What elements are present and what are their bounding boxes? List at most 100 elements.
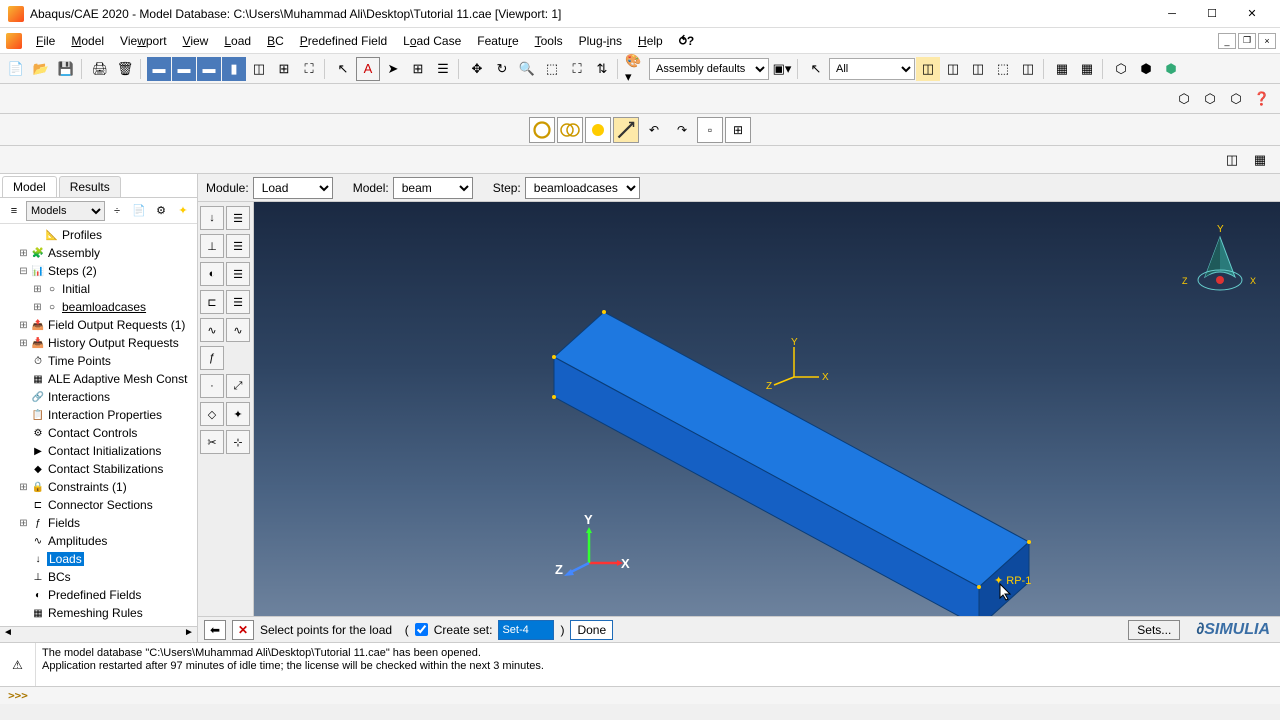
prompt-back-button[interactable]: ⬅ bbox=[204, 620, 226, 640]
grid1-icon[interactable]: ⊞ bbox=[406, 57, 430, 81]
tab-model[interactable]: Model bbox=[2, 176, 57, 197]
mdi-close[interactable]: × bbox=[1258, 33, 1276, 49]
field-manager-icon[interactable]: ☰ bbox=[226, 262, 250, 286]
view-front-icon[interactable]: ▬ bbox=[147, 57, 171, 81]
tree-item-contact-controls[interactable]: ⚙Contact Controls bbox=[0, 424, 197, 442]
tree-item-fields[interactable]: ⊞ƒFields bbox=[0, 514, 197, 532]
view-side-icon[interactable]: ▮ bbox=[222, 57, 246, 81]
tree-item-bcs[interactable]: ⊥BCs bbox=[0, 568, 197, 586]
menu-predefined[interactable]: Predefined Field bbox=[292, 31, 395, 51]
select-arrow-icon[interactable]: ↖ bbox=[331, 57, 355, 81]
cursor-icon[interactable]: ➤ bbox=[381, 57, 405, 81]
tab-results[interactable]: Results bbox=[59, 176, 121, 197]
view-iso1-icon[interactable]: ◫ bbox=[247, 57, 271, 81]
tree-scope-combo[interactable]: Models bbox=[26, 201, 105, 221]
open-file-icon[interactable]: 📂 bbox=[29, 57, 53, 81]
view-back-icon[interactable]: ▬ bbox=[172, 57, 196, 81]
pan-icon[interactable]: ✥ bbox=[465, 57, 489, 81]
tree-item-profiles[interactable]: 📐Profiles bbox=[0, 226, 197, 244]
done-button[interactable]: Done bbox=[570, 620, 613, 640]
partition2-icon[interactable]: ⊹ bbox=[226, 430, 250, 454]
tree-item-loads[interactable]: ↓Loads bbox=[0, 550, 197, 568]
mdi-minimize[interactable]: _ bbox=[1218, 33, 1236, 49]
prompt-cancel-button[interactable]: ✕ bbox=[232, 620, 254, 640]
menu-view[interactable]: View bbox=[175, 31, 217, 51]
create-loadcase-icon[interactable]: ⊏ bbox=[200, 290, 224, 314]
tree-item-ale-adaptive-mesh-const[interactable]: ▦ALE Adaptive Mesh Const bbox=[0, 370, 197, 388]
rotate-icon[interactable]: ↻ bbox=[490, 57, 514, 81]
tree-item-constraints-1-[interactable]: ⊞🔒Constraints (1) bbox=[0, 478, 197, 496]
partition2-icon[interactable]: ⊞ bbox=[725, 117, 751, 143]
module-combo[interactable]: Load bbox=[253, 177, 333, 199]
trash-icon[interactable]: 🗑 bbox=[113, 57, 137, 81]
view-iso2-icon[interactable]: ⊞ bbox=[272, 57, 296, 81]
zoom-box-icon[interactable]: ⬚ bbox=[540, 57, 564, 81]
sel1-icon[interactable]: ◫ bbox=[916, 57, 940, 81]
analytical-icon[interactable]: ƒ bbox=[200, 346, 224, 370]
tree-item-predefined-fields[interactable]: ◐Predefined Fields bbox=[0, 586, 197, 604]
menu-tools[interactable]: Tools bbox=[527, 31, 571, 51]
save-icon[interactable]: 💾 bbox=[54, 57, 78, 81]
create-bc-icon[interactable]: ⊥ bbox=[200, 234, 224, 258]
menu-whatsthis[interactable]: ⥀? bbox=[671, 31, 703, 51]
tree-item-contact-initializations[interactable]: ▶Contact Initializations bbox=[0, 442, 197, 460]
tree-filter-icon[interactable]: ≡ bbox=[4, 201, 24, 221]
iso-view2-icon[interactable]: ⬡ bbox=[1198, 87, 1222, 111]
datum-ax-icon[interactable]: ⤢ bbox=[226, 374, 250, 398]
tree-settings-icon[interactable]: ⚙ bbox=[151, 201, 171, 221]
datum-axis-icon[interactable] bbox=[557, 117, 583, 143]
mesh2-icon[interactable]: ▦ bbox=[1075, 57, 1099, 81]
redo-icon[interactable]: ↷ bbox=[669, 117, 695, 143]
amp-manager-icon[interactable]: ∿ bbox=[226, 318, 250, 342]
bc-manager-icon[interactable]: ☰ bbox=[226, 234, 250, 258]
view-all-icon[interactable]: ⛶ bbox=[297, 57, 321, 81]
sel2-icon[interactable]: ◫ bbox=[941, 57, 965, 81]
new-file-icon[interactable]: 📄 bbox=[4, 57, 28, 81]
tree-scroll-right[interactable]: ► bbox=[181, 627, 197, 642]
color-icon[interactable]: 🎨▾ bbox=[624, 57, 648, 81]
menu-help[interactable]: Help bbox=[630, 31, 671, 51]
menu-loadcase[interactable]: Load Case bbox=[395, 31, 469, 51]
model-tree[interactable]: 📐Profiles⊞🧩Assembly⊟📊Steps (2)⊞○Initial⊞… bbox=[0, 224, 197, 626]
amplitude-icon[interactable]: ∿ bbox=[200, 318, 224, 342]
set-name-input[interactable] bbox=[498, 620, 554, 640]
hidden-icon[interactable]: ⬢ bbox=[1134, 57, 1158, 81]
menu-load[interactable]: Load bbox=[216, 31, 259, 51]
datum-pl-icon[interactable]: ◇ bbox=[200, 402, 224, 426]
menu-bc[interactable]: BC bbox=[259, 31, 292, 51]
tree-highlight-icon[interactable]: ✦ bbox=[173, 201, 193, 221]
tree-item-amplitudes[interactable]: ∿Amplitudes bbox=[0, 532, 197, 550]
menu-plugins[interactable]: Plug-ins bbox=[571, 31, 630, 51]
load-manager-icon[interactable]: ☰ bbox=[226, 206, 250, 230]
model-combo[interactable]: beam bbox=[393, 177, 473, 199]
datum-point-icon[interactable] bbox=[529, 117, 555, 143]
tree-item-time-points[interactable]: ⏱Time Points bbox=[0, 352, 197, 370]
menu-feature[interactable]: Feature bbox=[469, 31, 526, 51]
datum-csys-icon[interactable] bbox=[613, 117, 639, 143]
loadcase-manager-icon[interactable]: ☰ bbox=[226, 290, 250, 314]
layout1-icon[interactable]: ◫ bbox=[1220, 148, 1244, 172]
grid2-icon[interactable]: ☰ bbox=[431, 57, 455, 81]
wire-icon[interactable]: ⬡ bbox=[1109, 57, 1133, 81]
sync-icon[interactable]: ⇅ bbox=[590, 57, 614, 81]
sel3-icon[interactable]: ◫ bbox=[966, 57, 990, 81]
datum-plane-icon[interactable] bbox=[585, 117, 611, 143]
tree-item-interaction-properties[interactable]: 📋Interaction Properties bbox=[0, 406, 197, 424]
datum-pt-icon[interactable]: · bbox=[200, 374, 224, 398]
tree-item-beamloadcases[interactable]: ⊞○beamloadcases bbox=[0, 298, 197, 316]
tree-item-remeshing-rules[interactable]: ▦Remeshing Rules bbox=[0, 604, 197, 622]
create-load-icon[interactable]: ↓ bbox=[200, 206, 224, 230]
tree-item-interactions[interactable]: 🔗Interactions bbox=[0, 388, 197, 406]
tree-scroll-left[interactable]: ◄ bbox=[0, 627, 16, 642]
tree-collapse-icon[interactable]: ÷ bbox=[107, 201, 127, 221]
shaded-icon[interactable]: ⬢ bbox=[1159, 57, 1183, 81]
cli-bar[interactable]: >>> bbox=[0, 686, 1280, 704]
tree-new-icon[interactable]: 📄 bbox=[129, 201, 149, 221]
mesh1-icon[interactable]: ▦ bbox=[1050, 57, 1074, 81]
create-field-icon[interactable]: ◐ bbox=[200, 262, 224, 286]
menu-viewport[interactable]: Viewport bbox=[112, 31, 175, 51]
minimize-button[interactable]: ─ bbox=[1152, 2, 1192, 26]
step-combo[interactable]: beamloadcases bbox=[525, 177, 640, 199]
selection-filter-combo[interactable]: All bbox=[829, 58, 915, 80]
zoom-icon[interactable]: 🔍 bbox=[515, 57, 539, 81]
